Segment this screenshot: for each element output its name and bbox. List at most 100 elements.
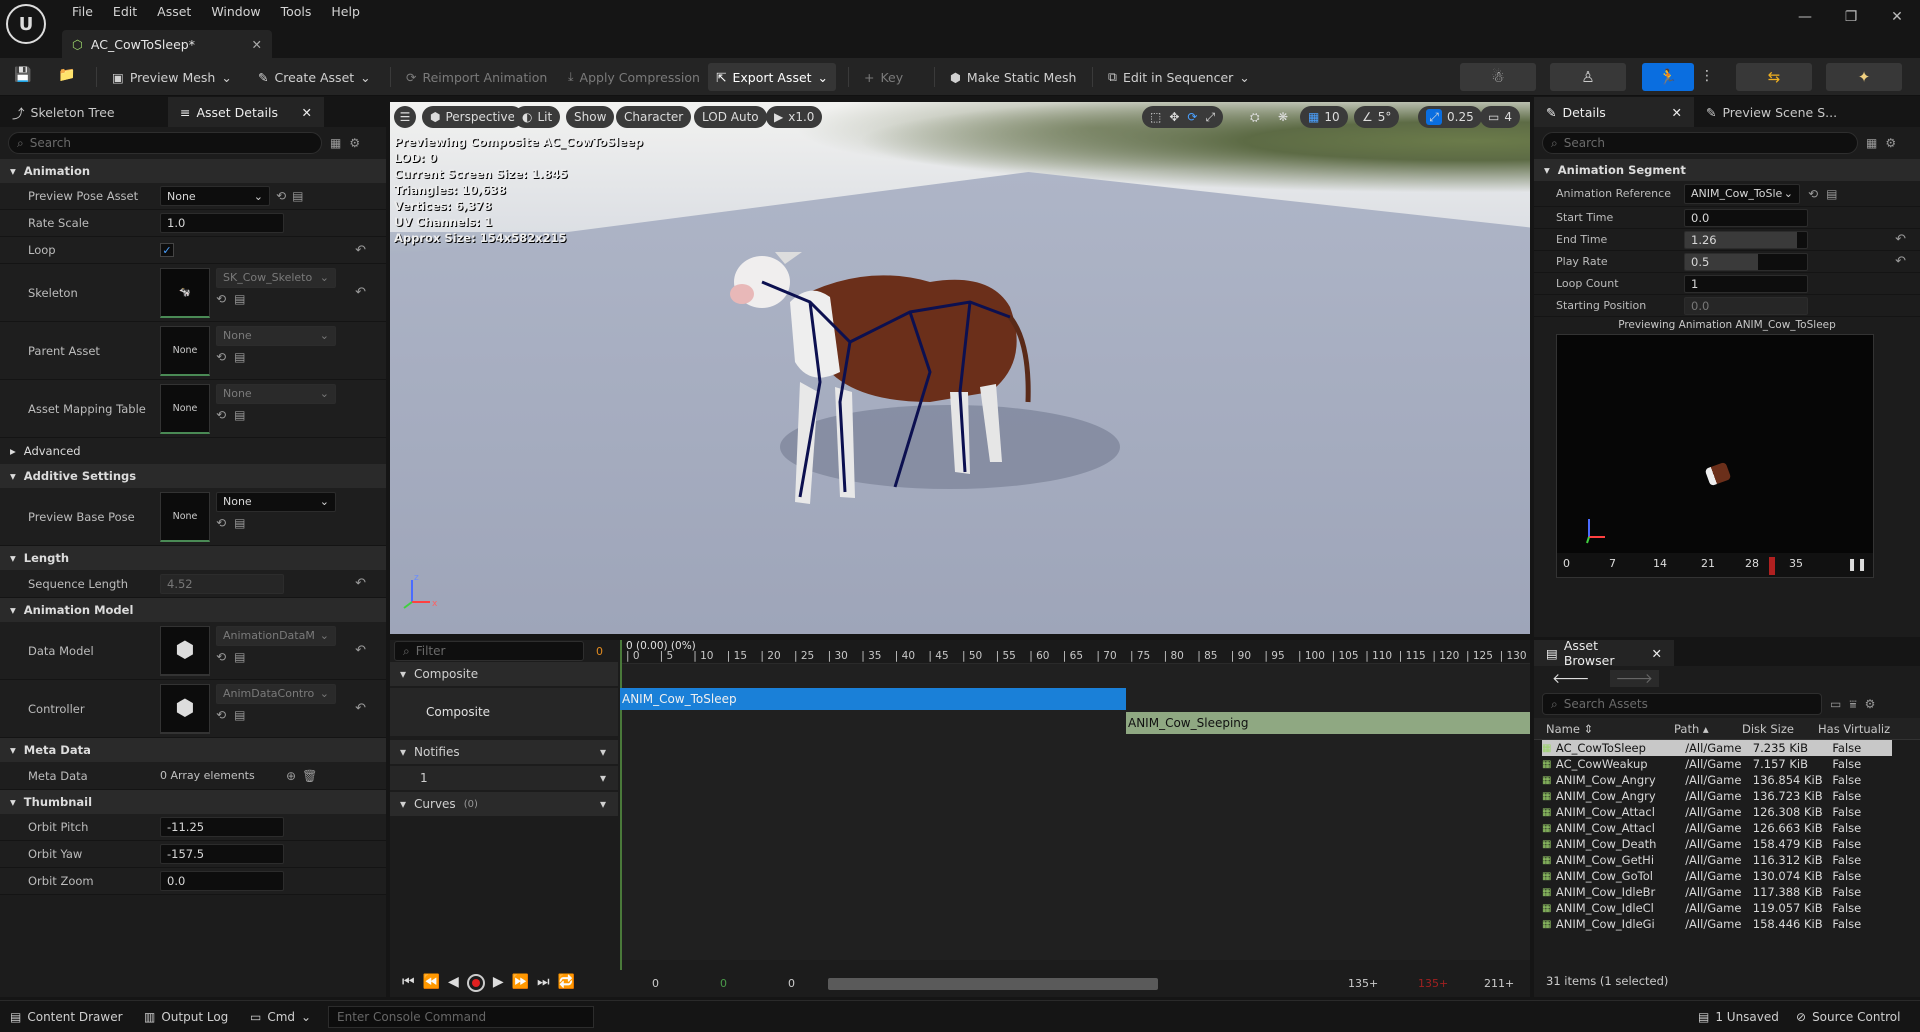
section-thumbnail[interactable]: ▾ Thumbnail <box>0 790 386 814</box>
delete-icon[interactable]: 🗑 <box>302 769 317 783</box>
section-meta-data[interactable]: ▾ Meta Data <box>0 738 386 762</box>
close-icon[interactable]: ✕ <box>1874 0 1920 34</box>
section-length[interactable]: ▾ Length <box>0 546 386 570</box>
filter-icon[interactable]: ⩸ <box>1849 697 1856 712</box>
skeleton-dropdown[interactable]: SK_Cow_Skeleto ⌄ <box>216 267 336 288</box>
preview-base-pose-thumbnail[interactable]: None <box>160 491 210 542</box>
lit-button[interactable]: ◐ Lit <box>514 106 561 128</box>
key-button[interactable]: + Key <box>856 63 911 91</box>
reset-icon[interactable]: ↶ <box>355 643 366 658</box>
close-tab-icon[interactable]: ✕ <box>1652 646 1662 661</box>
tab-skeleton-tree[interactable]: ⤴ Skeleton Tree <box>0 97 168 127</box>
animation-reference-dropdown[interactable]: ANIM_Cow_ToSle ⌄ <box>1684 183 1800 204</box>
parent-asset-dropdown[interactable]: None ⌄ <box>216 325 336 346</box>
browse-icon[interactable]: ▤ <box>234 292 245 306</box>
section-animation[interactable]: ▾ Animation <box>0 159 386 183</box>
browse-icon[interactable]: 📁 <box>58 67 75 83</box>
make-static-mesh-button[interactable]: ⬢ Make Static Mesh <box>942 63 1084 91</box>
settings-icon[interactable]: ⚙ <box>349 136 360 150</box>
parent-asset-thumbnail[interactable]: None <box>160 325 210 376</box>
blueprint-mode-icon[interactable]: ⇆ <box>1736 63 1812 91</box>
asset-row[interactable]: ▦ ANIM_Cow_GoTol/All/Game 130.074 KiB False <box>1542 868 1892 884</box>
play-reverse-icon[interactable]: ◀ <box>448 974 459 992</box>
tab-preview-scene-settings[interactable]: ✎ Preview Scene S... <box>1694 97 1864 127</box>
world-local-icon[interactable]: ⛭ <box>1242 106 1268 128</box>
use-selected-icon[interactable]: ⟲ <box>216 650 226 664</box>
mesh-mode-icon[interactable]: ♙ <box>1550 63 1626 91</box>
go-to-end-icon[interactable]: ⏭ <box>537 974 550 992</box>
browse-icon[interactable]: ▤ <box>234 408 245 422</box>
move-icon[interactable]: ✥ <box>1169 110 1179 124</box>
asset-mapping-thumbnail[interactable]: None <box>160 383 210 434</box>
use-selected-icon[interactable]: ⟲ <box>1808 187 1818 201</box>
use-selected-icon[interactable]: ⟲ <box>216 350 226 364</box>
menu-file[interactable]: File <box>62 0 103 24</box>
curves-section-header[interactable]: ▾ Curves (0) ▾ <box>390 792 618 816</box>
notify-track[interactable]: 1 ▾ <box>390 766 618 790</box>
notifies-section-header[interactable]: ▾ Notifies ▾ <box>390 740 618 764</box>
column-name[interactable]: Name ⇕ <box>1546 722 1593 736</box>
reimport-animation-button[interactable]: ⟳ Reimport Animation <box>398 63 555 91</box>
segment-anim-cow-sleeping[interactable]: ANIM_Cow_Sleeping <box>1126 712 1530 734</box>
data-model-dropdown[interactable]: AnimationDataM ⌄ <box>216 625 336 646</box>
step-back-icon[interactable]: ⏪ <box>423 974 440 992</box>
use-selected-icon[interactable]: ⟲ <box>216 708 226 722</box>
unsaved-button[interactable]: ▤ 1 Unsaved <box>1698 1007 1779 1027</box>
settings-icon[interactable]: ⚙ <box>1885 136 1896 150</box>
output-log-button[interactable]: ▥ Output Log <box>144 1007 228 1027</box>
character-button[interactable]: Character <box>616 106 692 128</box>
reset-icon[interactable]: ↶ <box>355 243 366 258</box>
menu-window[interactable]: Window <box>201 0 270 24</box>
time-ruler[interactable]: 0 (0.00) (0%) | 0 | 5 | 10 | 15 | 20 | 25 | 30… <box>620 640 1530 664</box>
orbit-yaw-field[interactable]: -157.5 <box>160 844 284 864</box>
asset-row[interactable]: ▦ ANIM_Cow_IdleBr/All/Game 117.388 KiB Fals… <box>1542 884 1892 900</box>
animation-mode-icon[interactable]: 🏃 <box>1642 63 1694 91</box>
asset-search-input[interactable]: ⌕ Search Assets <box>1542 693 1822 715</box>
starting-position-field[interactable]: 0.0 <box>1684 296 1808 315</box>
cmd-dropdown[interactable]: ▭ Cmd ⌄ <box>250 1007 311 1027</box>
add-element-icon[interactable]: ⊕ <box>286 769 296 783</box>
section-additive-settings[interactable]: ▾ Additive Settings <box>0 464 386 488</box>
lod-button[interactable]: LOD Auto <box>694 106 767 128</box>
document-tab[interactable]: ⬡ AC_CowToSleep* ✕ <box>62 30 272 58</box>
preview-mesh-button[interactable]: ▣ Preview Mesh ⌄ <box>104 63 240 91</box>
record-icon[interactable] <box>466 974 485 992</box>
segment-anim-cow-tosleep[interactable]: ANIM_Cow_ToSleep <box>620 688 1126 710</box>
table-view-icon[interactable]: ▦ <box>330 136 341 150</box>
show-button[interactable]: Show <box>566 106 615 128</box>
chevron-down-icon[interactable]: ▾ <box>600 745 606 759</box>
orbit-pitch-field[interactable]: -11.25 <box>160 817 284 837</box>
path-view-icon[interactable]: ▭ <box>1830 697 1841 711</box>
play-rate-field[interactable]: 0.5 <box>1684 252 1808 271</box>
asset-row[interactable]: ▦ ANIM_Cow_GetHi/All/Game 116.312 KiB False <box>1542 852 1892 868</box>
transform-tools[interactable]: ⬚ ✥ ⟳ ⤢ <box>1142 106 1224 128</box>
reset-icon[interactable]: ↶ <box>1895 232 1906 247</box>
section-advanced[interactable]: ▸ Advanced <box>0 438 386 464</box>
asset-row[interactable]: ▦ ANIM_Cow_Death/All/Game 158.479 KiB False <box>1542 836 1892 852</box>
close-tab-icon[interactable]: ✕ <box>1672 105 1682 120</box>
timeline-scrollbar[interactable] <box>828 978 1158 990</box>
back-arrow-icon[interactable]: 🡐 <box>1552 670 1590 687</box>
section-animation-segment[interactable]: ▾ Animation Segment <box>1534 159 1920 181</box>
menu-asset[interactable]: Asset <box>147 0 201 24</box>
minimize-icon[interactable]: — <box>1782 0 1828 34</box>
browse-icon[interactable]: ▤ <box>234 708 245 722</box>
end-time-field[interactable]: 1.26 <box>1684 230 1808 249</box>
skeleton-thumbnail[interactable]: 🐄 <box>160 267 210 318</box>
chevron-down-icon[interactable]: ▾ <box>600 771 606 785</box>
browse-icon[interactable]: ▤ <box>234 350 245 364</box>
source-control-button[interactable]: ⊘ Source Control <box>1796 1007 1900 1027</box>
console-command-input[interactable]: Enter Console Command <box>328 1006 594 1028</box>
asset-row[interactable]: ▦ ANIM_Cow_Attacl/All/Game 126.663 KiB Fals… <box>1542 820 1892 836</box>
asset-row[interactable]: ▦ ANIM_Cow_Angry/All/Game 136.854 KiB False <box>1542 772 1892 788</box>
physics-mode-icon[interactable]: ✦ <box>1826 63 1902 91</box>
perspective-button[interactable]: ⬢ Perspective <box>422 106 523 128</box>
column-disk-size[interactable]: Disk Size <box>1742 722 1794 736</box>
tab-asset-details[interactable]: ≡ Asset Details ✕ <box>168 97 324 127</box>
details-search-input[interactable]: ⌕ Search <box>1542 132 1858 154</box>
save-icon[interactable]: 💾 <box>14 67 31 83</box>
preview-pose-dropdown[interactable]: None ⌄ <box>160 186 270 206</box>
use-selected-icon[interactable]: ⟲ <box>276 189 286 203</box>
camera-speed-button[interactable]: ▭ 4 <box>1480 106 1520 128</box>
viewport-menu-icon[interactable]: ☰ <box>394 106 416 128</box>
